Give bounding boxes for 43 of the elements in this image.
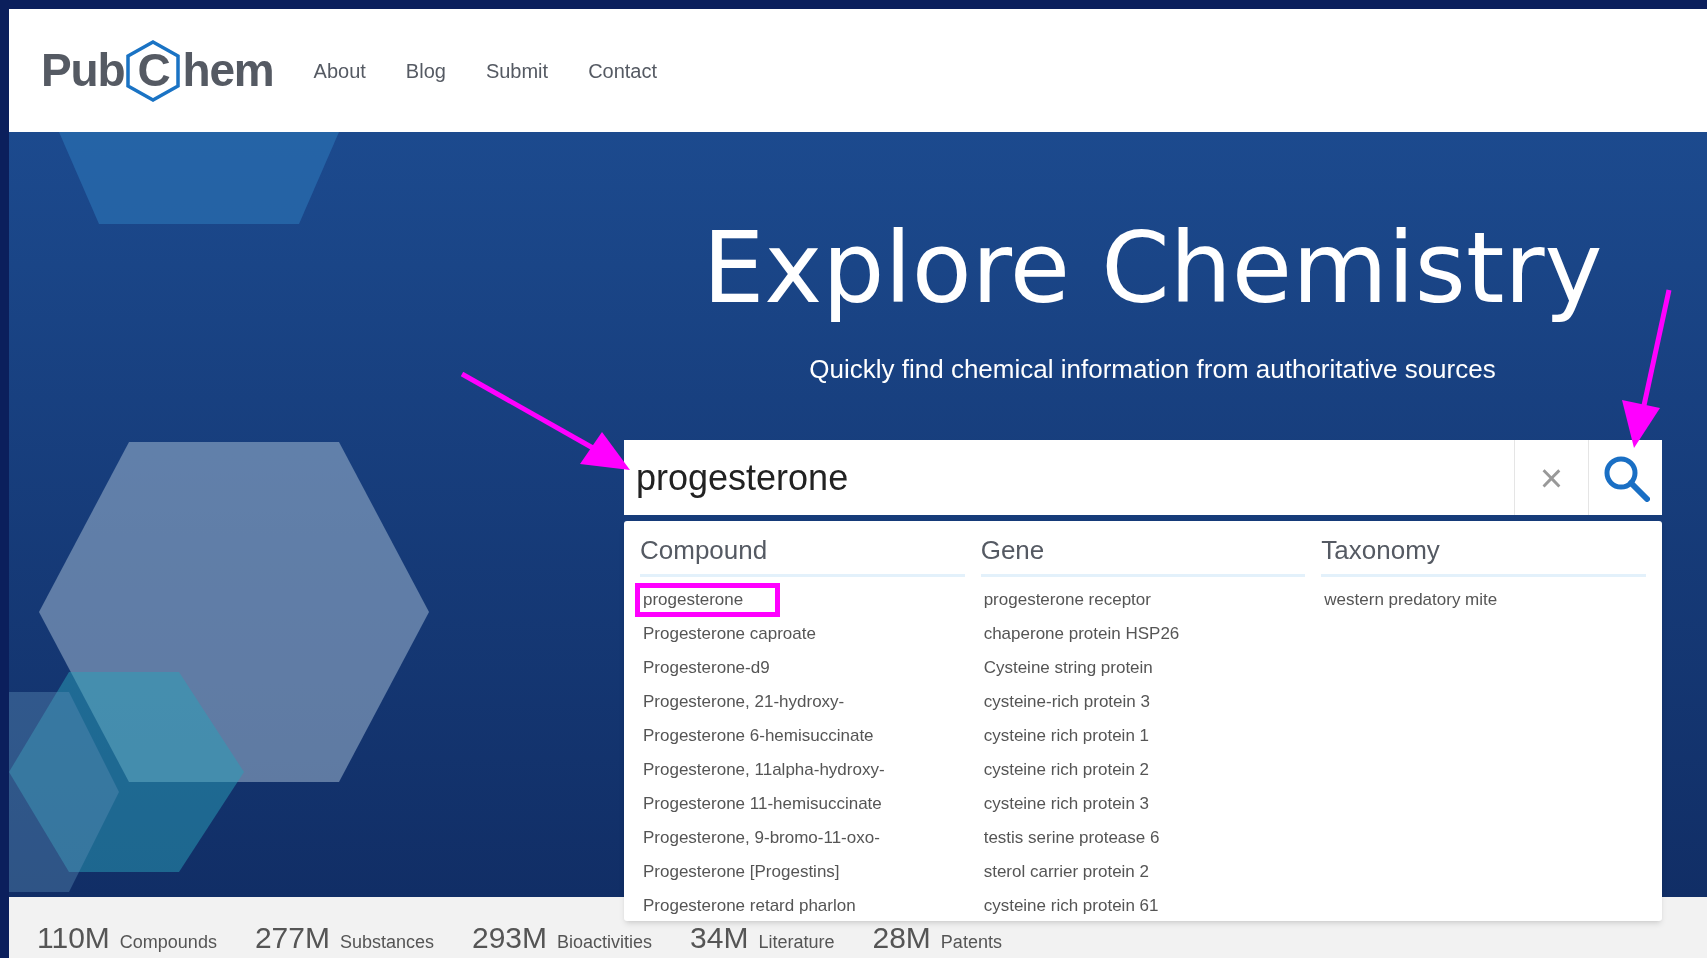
column-heading: Compound xyxy=(640,531,965,577)
stat-value: 293M xyxy=(472,923,548,953)
search-field[interactable]: progesterone × xyxy=(624,440,1662,515)
suggestion-item[interactable]: Progesterone 6-hemisuccinate xyxy=(640,719,965,753)
suggestion-item[interactable]: cysteine rich protein 2 xyxy=(980,753,1306,787)
stat-label: Compounds xyxy=(119,931,217,954)
stat-label: Literature xyxy=(758,931,835,954)
nav-link[interactable]: Submit xyxy=(485,55,549,86)
nav-link[interactable]: Blog xyxy=(405,55,446,86)
stat-label: Bioactivities xyxy=(557,931,653,954)
suggestion-item[interactable]: Progesterone, 9-bromo-11-oxo- xyxy=(640,821,965,855)
suggestion-item[interactable]: Progesterone 11-hemisuccinate xyxy=(640,787,965,821)
suggestion-item[interactable]: progesterone receptor xyxy=(980,583,1306,617)
suggestion-item[interactable]: Progesterone retard pharlon xyxy=(640,889,965,923)
suggestion-item[interactable]: cysteine rich protein 3 xyxy=(980,787,1306,821)
suggestion-item[interactable]: cysteine rich protein 61 xyxy=(980,889,1306,923)
suggestion-item[interactable]: cysteine-rich protein 3 xyxy=(980,685,1306,719)
suggestion-item[interactable]: Progesterone, 11alpha-hydroxy- xyxy=(640,753,965,787)
stat-label: Substances xyxy=(339,931,434,954)
stat-value: 110M xyxy=(37,923,110,953)
column-heading: Taxonomy xyxy=(1321,531,1646,577)
suggestion-item[interactable]: cysteine rich protein 1 xyxy=(980,719,1306,753)
suggestion-item[interactable]: Progesterone [Progestins] xyxy=(640,855,965,889)
suggestion-item[interactable]: chaperone protein HSP26 xyxy=(980,617,1306,651)
search-input[interactable]: progesterone xyxy=(624,440,1514,515)
suggestion-item[interactable]: western predatory mite xyxy=(1321,583,1646,617)
suggestion-item[interactable]: testis serine protease 6 xyxy=(980,821,1306,855)
nav-link[interactable]: Contact xyxy=(588,55,658,86)
hero-title: Explore Chemistry xyxy=(702,210,1603,327)
stat-value: 34M xyxy=(690,923,749,953)
suggestion-item[interactable]: Progesterone-d9 xyxy=(640,651,965,685)
suggestion-item[interactable]: Progesterone caproate xyxy=(640,617,965,651)
suggestion-item[interactable]: progesterone xyxy=(635,583,781,617)
suggestion-item[interactable]: Progesterone, 21-hydroxy- xyxy=(640,685,965,719)
column-heading: Gene xyxy=(980,531,1306,577)
suggestion-item[interactable]: sterol carrier protein 2 xyxy=(980,855,1306,889)
hero-subtitle: Quickly find chemical information from authoritative sources xyxy=(809,352,1496,386)
stat-label: Patents xyxy=(940,931,1002,954)
pubchem-logo[interactable]: Pub C hem xyxy=(41,36,274,105)
nav-link[interactable]: About xyxy=(313,55,366,86)
stat-value: 28M xyxy=(872,923,931,953)
suggestion-item[interactable]: Cysteine string protein xyxy=(980,651,1306,685)
stat-value: 277M xyxy=(254,923,330,953)
